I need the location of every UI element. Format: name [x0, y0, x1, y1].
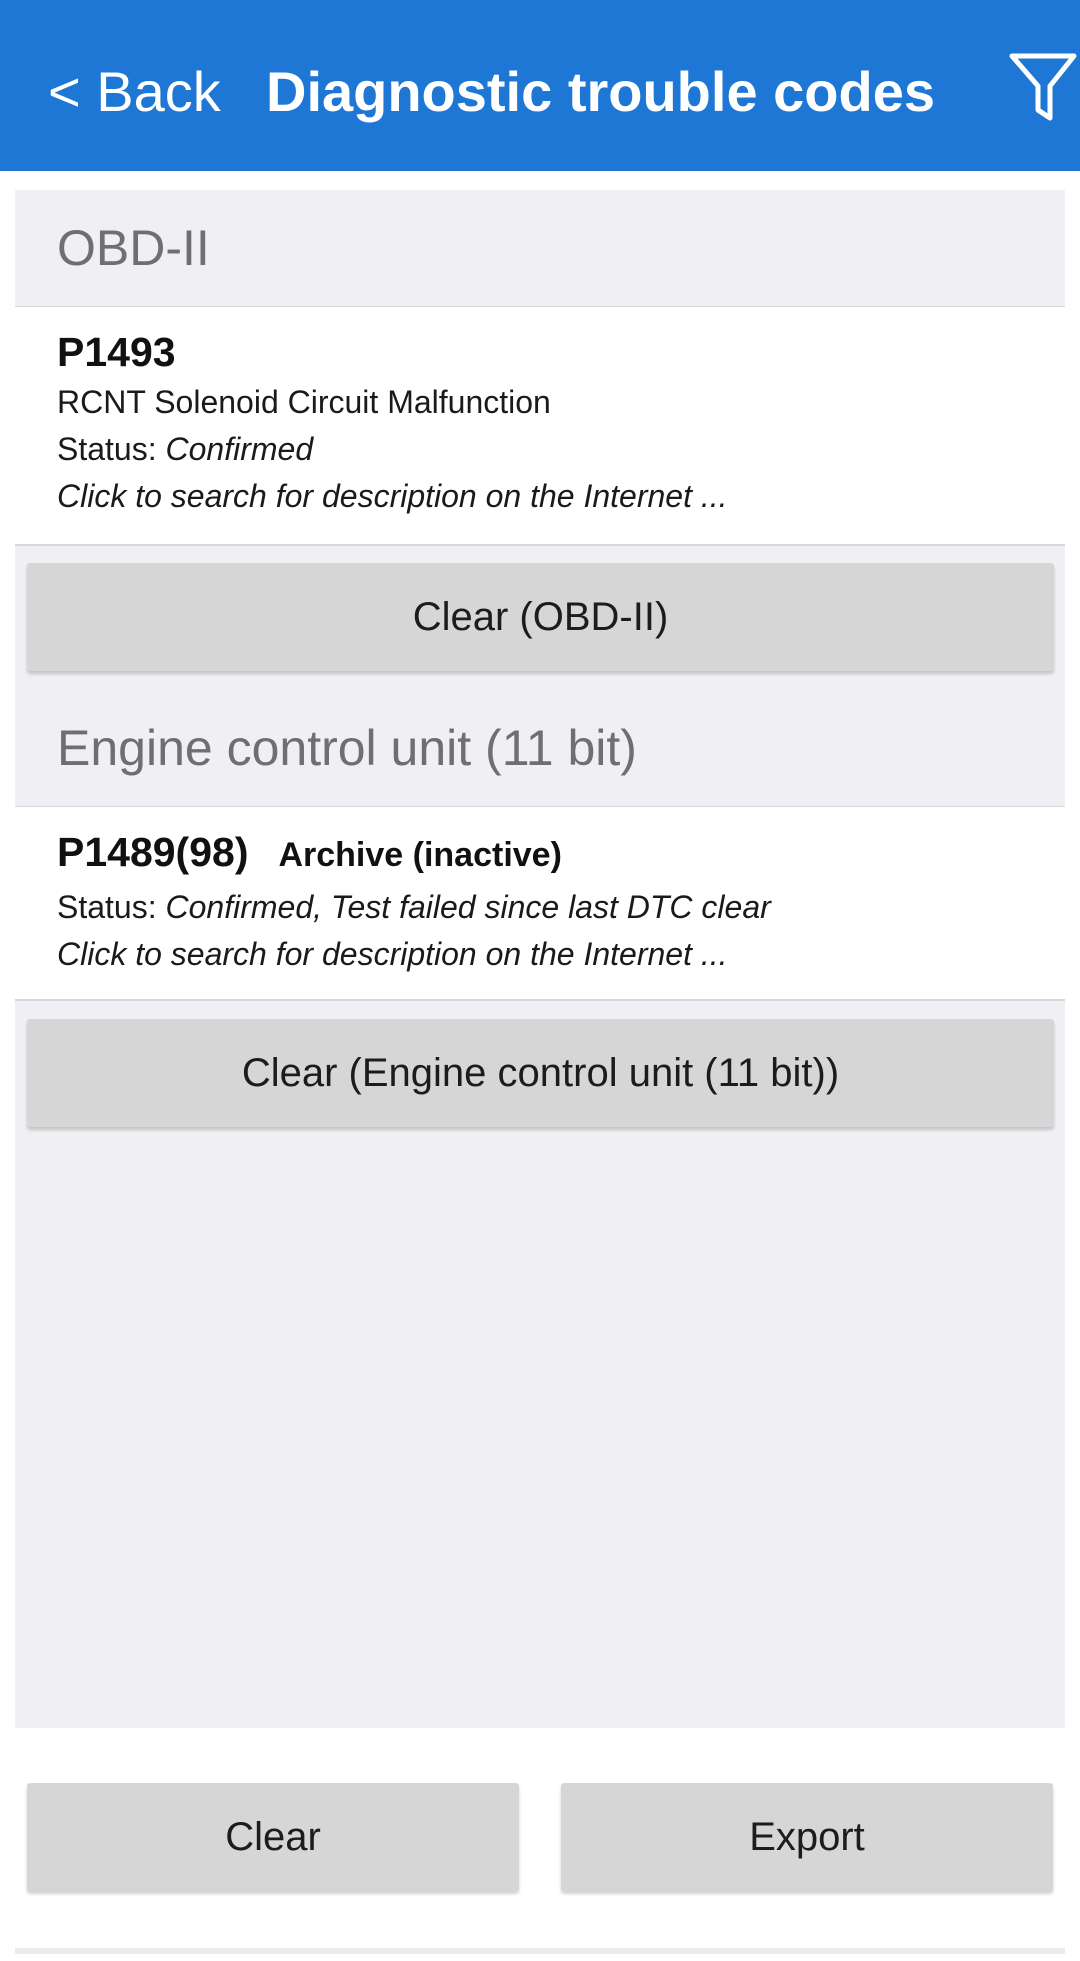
back-button[interactable]: < Back — [48, 58, 221, 126]
filter-icon[interactable] — [1008, 50, 1080, 126]
dtc-item[interactable]: P1489(98) Archive (inactive) Status: Conf… — [15, 807, 1065, 1001]
dtc-status-value: Confirmed, Test failed since last DTC cl… — [165, 889, 771, 925]
dtc-status: Status: Confirmed, Test failed since las… — [57, 884, 1065, 931]
export-button[interactable]: Export — [561, 1783, 1053, 1891]
dtc-status-value: Confirmed — [165, 431, 314, 467]
dtc-status: Status: Confirmed — [57, 426, 1065, 473]
dtc-code: P1489(98) — [57, 829, 249, 875]
dtc-archive-tag: Archive (inactive) — [278, 836, 562, 874]
dtc-code: P1493 — [57, 329, 176, 375]
bottom-divider — [15, 1948, 1065, 1954]
section-header-ecu: Engine control unit (11 bit) — [15, 690, 1065, 807]
dtc-status-label: Status: — [57, 431, 166, 467]
dtc-list: OBD-II P1493 RCNT Solenoid Circuit Malfu… — [15, 190, 1065, 1728]
dtc-description: RCNT Solenoid Circuit Malfunction — [57, 384, 551, 420]
app-header: < Back Diagnostic trouble codes — [0, 0, 1080, 171]
dtc-search-hint: Click to search for description on the I… — [57, 936, 728, 972]
clear-ecu-button[interactable]: Clear (Engine control unit (11 bit)) — [27, 1019, 1054, 1127]
dtc-status-label: Status: — [57, 889, 166, 925]
clear-obd2-button[interactable]: Clear (OBD-II) — [27, 563, 1054, 671]
section-header-obd2: OBD-II — [15, 190, 1065, 307]
dtc-search-hint: Click to search for description on the I… — [57, 478, 728, 514]
page-title: Diagnostic trouble codes — [266, 60, 935, 123]
dtc-code-row: P1489(98) Archive (inactive) — [57, 827, 1065, 880]
clear-all-button[interactable]: Clear — [27, 1783, 519, 1891]
dtc-item[interactable]: P1493 RCNT Solenoid Circuit Malfunction … — [15, 307, 1065, 546]
